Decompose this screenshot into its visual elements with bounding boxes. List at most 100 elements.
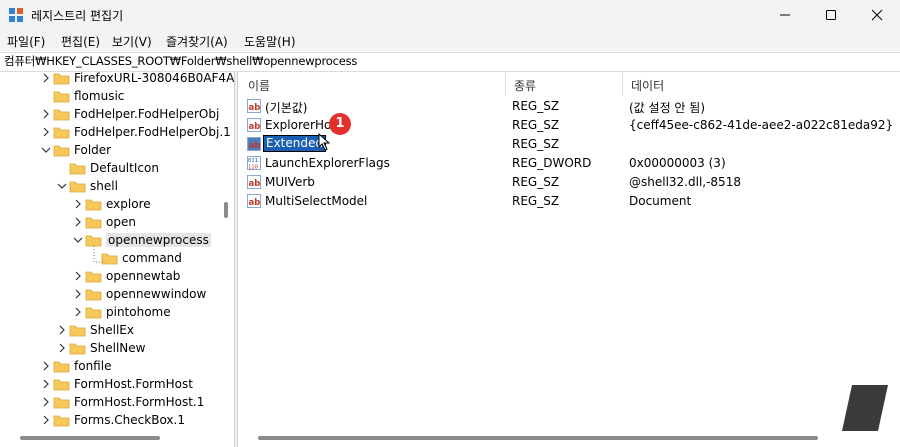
tree-node-label: opennewprocess [106, 233, 211, 247]
string-value-icon: ab [247, 175, 261, 189]
tree-node-label: flomusic [74, 89, 125, 103]
value-row[interactable]: ab MUIVerb REG_SZ @shell32.dll,-8518 [239, 173, 900, 192]
tree-vertical-scrollbar[interactable] [224, 202, 228, 218]
tree-connector-line [93, 246, 105, 263]
tree-node[interactable]: FormHost.FormHost [0, 376, 234, 394]
folder-icon [85, 289, 102, 301]
tree-node[interactable]: Folder [0, 142, 234, 160]
folder-icon [69, 181, 86, 193]
tree-node[interactable]: FormHost.FormHost.1 [0, 394, 234, 412]
chevron-right-icon[interactable] [41, 396, 51, 408]
value-type: REG_DWORD [512, 156, 592, 170]
tree-node[interactable]: command [0, 250, 234, 268]
tree-node-label: FirefoxURL-308046B0AF4A [74, 72, 234, 85]
value-name: MultiSelectModel [265, 194, 368, 208]
string-value-icon: ab [247, 118, 261, 132]
value-data: {ceff45ee-c862-41de-aee2-a022c81eda92} [629, 118, 894, 132]
chevron-right-icon[interactable] [41, 360, 51, 372]
menu-favorites[interactable]: 즐겨찾기(A) [166, 33, 228, 50]
tree-node[interactable]: FirefoxURL-308046B0AF4A [0, 72, 234, 88]
chevron-right-icon[interactable] [73, 270, 83, 282]
maximize-icon [826, 10, 836, 20]
address-path[interactable]: 컴퓨터₩HKEY_CLASSES_ROOT₩Folder₩shell₩openn… [4, 53, 357, 69]
chevron-down-icon[interactable] [73, 234, 83, 246]
tree-node[interactable]: pintohome [0, 304, 234, 322]
tree-node[interactable]: opennewtab [0, 268, 234, 286]
chevron-right-icon[interactable] [73, 216, 83, 228]
chevron-right-icon[interactable] [41, 72, 51, 84]
string-value-icon: ab [247, 137, 261, 151]
key-tree[interactable]: FirefoxURL-308046B0AF4A flomusic FodHelper… [0, 72, 234, 447]
tree-node[interactable]: fonfile [0, 358, 234, 376]
tree-node[interactable]: FodHelper.FodHelperObj [0, 106, 234, 124]
menu-edit[interactable]: 편집(E) [61, 33, 100, 50]
chevron-right-icon[interactable] [41, 378, 51, 390]
close-button[interactable] [854, 0, 900, 30]
tree-node[interactable]: ShellEx [0, 322, 234, 340]
value-row[interactable]: 011 110 LaunchExplorerFlags REG_DWORD 0x0000… [239, 154, 900, 173]
chevron-down-icon[interactable] [41, 144, 51, 156]
svg-text:110: 110 [248, 165, 258, 171]
mouse-cursor-icon [318, 133, 331, 151]
menu-file[interactable]: 파일(F) [7, 33, 45, 50]
tree-node[interactable]: FodHelper.FodHelperObj.1 [0, 124, 234, 142]
chevron-right-icon[interactable] [57, 342, 67, 354]
menu-view[interactable]: 보기(V) [112, 33, 152, 50]
value-row[interactable]: ab Extended REG_SZ [239, 135, 900, 154]
chevron-right-icon[interactable] [41, 414, 51, 426]
chevron-right-icon[interactable] [73, 306, 83, 318]
svg-text:ab: ab [249, 103, 261, 113]
value-row[interactable]: ab MultiSelectModel REG_SZ Document [239, 192, 900, 211]
close-icon [871, 9, 883, 21]
tree-node[interactable]: ShellNew [0, 340, 234, 358]
pane-splitter[interactable] [234, 72, 238, 447]
chevron-right-icon[interactable] [57, 324, 67, 336]
svg-text:ab: ab [249, 141, 261, 151]
folder-icon [85, 217, 102, 229]
tree-node-label: FodHelper.FodHelperObj.1 [74, 125, 231, 139]
tree-node-label: FormHost.FormHost.1 [74, 395, 205, 409]
column-header-data[interactable]: 데이터 [622, 72, 900, 96]
folder-icon [53, 127, 70, 139]
column-header-name[interactable]: 이름 [239, 72, 505, 96]
tree-node[interactable]: opennewwindow [0, 286, 234, 304]
folder-icon [85, 199, 102, 211]
tree-node-label: opennewwindow [106, 287, 207, 301]
folder-icon [53, 91, 70, 103]
chevron-right-icon[interactable] [73, 198, 83, 210]
svg-text:ab: ab [249, 122, 261, 132]
chevron-right-icon[interactable] [41, 108, 51, 120]
tree-node[interactable]: shell [0, 178, 234, 196]
tree-node[interactable]: explore [0, 196, 234, 214]
list-horizontal-scrollbar[interactable] [258, 436, 818, 440]
binary-value-icon: 011110 [247, 156, 261, 170]
value-type: REG_SZ [512, 137, 560, 151]
tree-node-label: Folder [74, 143, 112, 157]
folder-icon [69, 163, 86, 175]
chevron-right-icon[interactable] [73, 288, 83, 300]
rename-input[interactable]: Extended [263, 135, 326, 152]
value-name: LaunchExplorerFlags [265, 156, 390, 170]
folder-icon [85, 235, 102, 247]
menu-help[interactable]: 도움말(H) [244, 33, 296, 50]
tree-node-label: FodHelper.FodHelperObj [74, 107, 220, 121]
hash-tag-logo [842, 385, 888, 431]
maximize-button[interactable] [808, 0, 854, 30]
tree-node-label: open [106, 215, 136, 229]
tree-node-label: opennewtab [106, 269, 181, 283]
value-data: (값 설정 안 됨) [629, 101, 706, 115]
value-name: (기본값) [265, 101, 308, 115]
minimize-button[interactable] [762, 0, 808, 30]
tree-node-label: shell [90, 179, 118, 193]
tree-horizontal-scrollbar[interactable] [20, 436, 160, 440]
value-data: Document [629, 194, 692, 208]
tree-node[interactable]: open [0, 214, 234, 232]
tree-node[interactable]: flomusic [0, 88, 234, 106]
value-type: REG_SZ [512, 118, 560, 132]
tree-node[interactable]: Forms.CheckBox.1 [0, 412, 234, 430]
column-header-type[interactable]: 종류 [505, 72, 622, 96]
tree-node[interactable]: opennewprocess [0, 232, 234, 250]
tree-node[interactable]: DefaultIcon [0, 160, 234, 178]
chevron-right-icon[interactable] [41, 126, 51, 138]
chevron-down-icon[interactable] [57, 180, 67, 192]
